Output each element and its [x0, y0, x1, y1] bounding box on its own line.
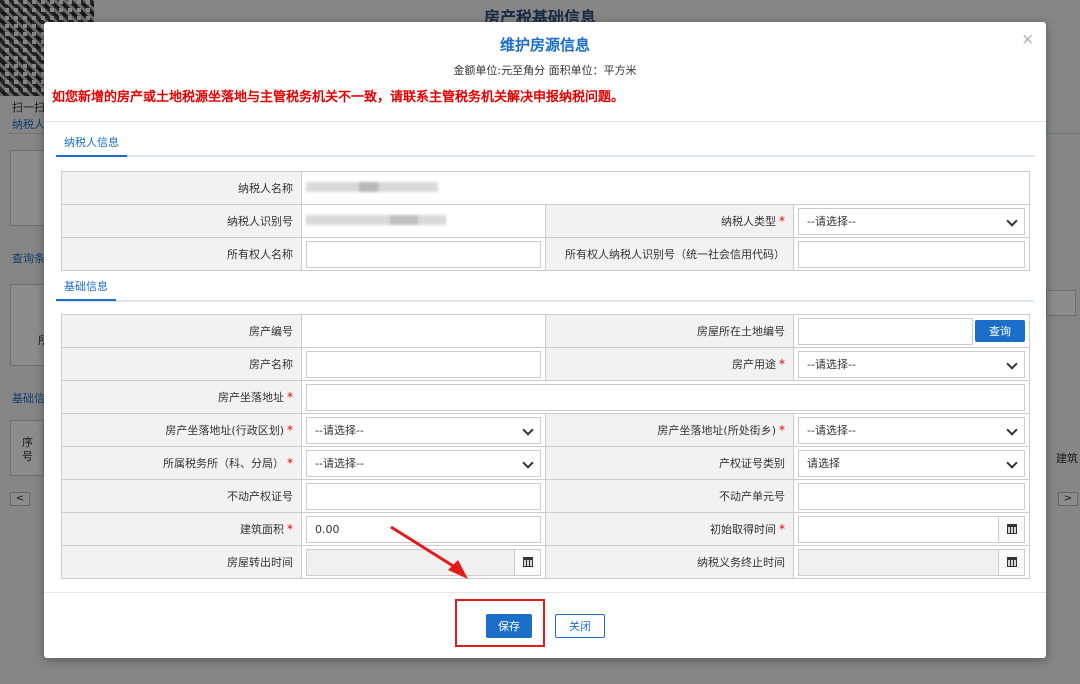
annotation-highlight-box [455, 599, 545, 647]
annotation-arrow [390, 525, 468, 579]
